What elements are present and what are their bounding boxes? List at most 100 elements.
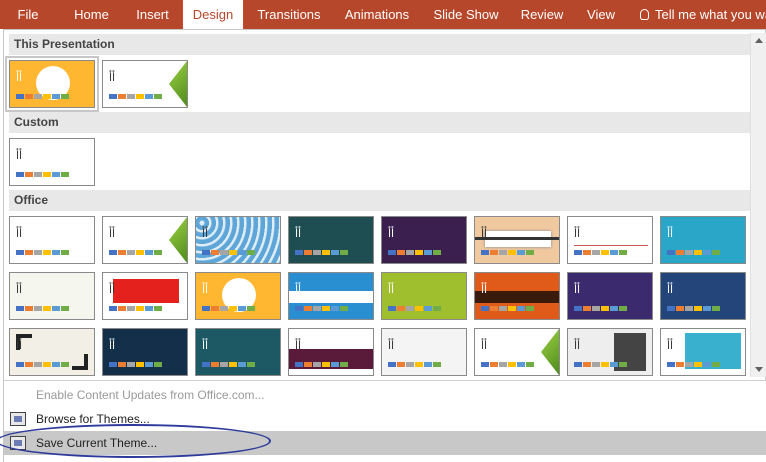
color-swatches (667, 362, 721, 367)
color-swatches (667, 250, 721, 255)
theme-sample-text: أأ (16, 339, 23, 352)
tell-me-box[interactable]: Tell me what you wa (640, 0, 766, 29)
theme-sample-text: أأ (574, 339, 581, 352)
theme-thumbnail[interactable]: أأ (381, 272, 467, 320)
theme-thumbnail[interactable]: أأ (381, 216, 467, 264)
theme-sample-text: أأ (109, 339, 116, 352)
theme-thumbnail[interactable]: أأ (660, 272, 746, 320)
theme-sample-text: أأ (667, 227, 674, 240)
color-swatches (109, 306, 163, 311)
color-swatches (202, 362, 256, 367)
theme-thumbnail[interactable]: أأ (9, 328, 95, 376)
theme-sample-text: أأ (481, 283, 488, 296)
color-swatches (16, 250, 70, 255)
theme-sample-text: أأ (481, 339, 488, 352)
color-swatches (388, 306, 442, 311)
scroll-up-icon[interactable] (755, 38, 763, 43)
color-swatches (295, 306, 349, 311)
theme-thumbnail[interactable]: أأ (567, 272, 653, 320)
scroll-down-icon[interactable] (755, 367, 763, 372)
tab-slide-show[interactable]: Slide Show (426, 0, 506, 29)
color-swatches (388, 250, 442, 255)
tab-insert[interactable]: Insert (125, 0, 180, 29)
theme-thumbnail[interactable]: أأ (288, 272, 374, 320)
color-swatches (202, 306, 256, 311)
tab-home[interactable]: Home (64, 0, 119, 29)
theme-thumbnail[interactable]: أأ (474, 216, 560, 264)
color-swatches (481, 250, 535, 255)
color-swatches (481, 362, 535, 367)
theme-thumbnail[interactable]: أأ (288, 328, 374, 376)
theme-thumbnail[interactable]: أأ (102, 60, 188, 108)
enable-content-updates-item: Enable Content Updates from Office.com..… (4, 383, 766, 407)
theme-sample-text: أأ (574, 227, 581, 240)
theme-sample-text: أأ (388, 283, 395, 296)
theme-thumbnail[interactable]: أأ (567, 328, 653, 376)
theme-thumbnail[interactable]: أأ (660, 216, 746, 264)
theme-sample-text: أأ (16, 283, 23, 296)
browse-folder-icon (10, 412, 26, 426)
theme-thumbnail[interactable]: أأ (195, 272, 281, 320)
theme-thumbnail[interactable]: أأ (474, 328, 560, 376)
theme-sample-text: أأ (295, 283, 302, 296)
color-swatches (16, 362, 70, 367)
theme-sample-text: أأ (574, 283, 581, 296)
section-office: Office (9, 190, 750, 211)
theme-sample-text: أأ (16, 71, 23, 84)
color-swatches (574, 306, 628, 311)
theme-thumbnail[interactable]: أأ (102, 328, 188, 376)
theme-sample-text: أأ (202, 283, 209, 296)
theme-thumbnail[interactable]: أأ (567, 216, 653, 264)
theme-sample-text: أأ (16, 227, 23, 240)
color-swatches (667, 306, 721, 311)
theme-thumbnail[interactable]: أأ (9, 138, 95, 186)
tab-view[interactable]: View (578, 0, 624, 29)
theme-sample-text: أأ (16, 149, 23, 162)
theme-sample-text: أأ (667, 339, 674, 352)
color-swatches (109, 94, 163, 99)
tab-transitions[interactable]: Transitions (248, 0, 330, 29)
tab-animations[interactable]: Animations (336, 0, 418, 29)
theme-sample-text: أأ (295, 339, 302, 352)
theme-sample-text: أأ (295, 227, 302, 240)
highlight-circle (0, 424, 271, 458)
theme-thumbnail[interactable]: أأ (102, 216, 188, 264)
theme-sample-text: أأ (109, 283, 116, 296)
color-swatches (16, 306, 70, 311)
theme-thumbnail[interactable]: أأ (9, 272, 95, 320)
theme-sample-text: أأ (481, 227, 488, 240)
section-this-presentation: This Presentation (9, 34, 750, 55)
color-swatches (295, 250, 349, 255)
theme-sample-text: أأ (202, 227, 209, 240)
color-swatches (109, 250, 163, 255)
color-swatches (481, 306, 535, 311)
color-swatches (16, 172, 70, 177)
theme-thumbnail[interactable]: أأ (5, 56, 99, 112)
section-custom: Custom (9, 112, 750, 133)
theme-thumbnail[interactable]: أأ (195, 328, 281, 376)
color-swatches (574, 250, 628, 255)
theme-sample-text: أأ (388, 339, 395, 352)
theme-thumbnail[interactable]: أأ (9, 216, 95, 264)
theme-sample-text: أأ (109, 71, 116, 84)
color-swatches (109, 362, 163, 367)
enable-content-updates-label: Enable Content Updates from Office.com..… (36, 388, 265, 402)
theme-thumbnail[interactable]: أأ (660, 328, 746, 376)
color-swatches (574, 362, 628, 367)
tab-design[interactable]: Design (182, 0, 244, 29)
theme-sample-text: أأ (109, 227, 116, 240)
theme-sample-text: أأ (667, 283, 674, 296)
theme-thumbnail[interactable]: أأ (474, 272, 560, 320)
color-swatches (202, 250, 256, 255)
color-swatches (295, 362, 349, 367)
gallery-scrollbar[interactable] (750, 33, 766, 377)
theme-thumbnail[interactable]: أأ (288, 216, 374, 264)
tab-file[interactable]: File (0, 0, 56, 29)
theme-thumbnail[interactable]: أأ (195, 216, 281, 264)
color-swatches (16, 94, 70, 99)
tab-review[interactable]: Review (512, 0, 572, 29)
theme-thumbnail[interactable]: أأ (102, 272, 188, 320)
theme-sample-text: أأ (202, 339, 209, 352)
theme-thumbnail[interactable]: أأ (381, 328, 467, 376)
tell-me-text: Tell me what you wa (655, 7, 766, 22)
